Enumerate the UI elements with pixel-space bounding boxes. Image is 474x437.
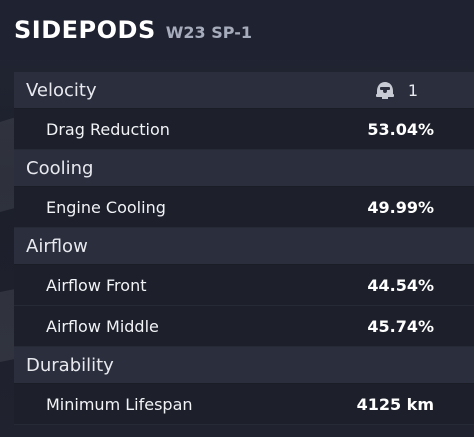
stat-label: Minimum Lifespan bbox=[46, 394, 193, 414]
sidepods-panel: SIDEPODS W23 SP-1 Velocity 1 Drag Reduct… bbox=[0, 0, 474, 437]
category-label: Durability bbox=[26, 354, 114, 376]
category-label: Cooling bbox=[26, 157, 94, 179]
category-durability: Durability bbox=[14, 347, 474, 384]
stat-value: 44.54% bbox=[367, 275, 434, 295]
category-cooling: Cooling bbox=[14, 150, 474, 187]
stat-label: Airflow Front bbox=[46, 275, 147, 295]
level-indicator: 1 bbox=[374, 80, 418, 100]
stat-value: 53.04% bbox=[367, 119, 434, 139]
stat-row-drag-reduction: Drag Reduction 53.04% bbox=[14, 109, 474, 150]
stat-value: 45.74% bbox=[367, 316, 434, 336]
panel-header: SIDEPODS W23 SP-1 bbox=[14, 16, 252, 52]
category-velocity: Velocity 1 bbox=[14, 72, 474, 109]
page-title: SIDEPODS bbox=[14, 16, 156, 44]
category-label: Velocity bbox=[26, 79, 97, 101]
driver-helmet-icon bbox=[375, 82, 394, 99]
stat-label: Engine Cooling bbox=[46, 197, 166, 217]
stat-row-engine-cooling: Engine Cooling 49.99% bbox=[14, 187, 474, 228]
category-airflow: Airflow bbox=[14, 228, 474, 265]
stat-label: Airflow Middle bbox=[46, 316, 159, 336]
stat-row-minimum-lifespan: Minimum Lifespan 4125 km bbox=[14, 384, 474, 425]
stat-label: Drag Reduction bbox=[46, 119, 170, 139]
part-subtitle: W23 SP-1 bbox=[165, 23, 252, 42]
stats-table: Velocity 1 Drag Reduction 53.04% Cooling… bbox=[14, 72, 474, 425]
stat-value: 49.99% bbox=[367, 197, 434, 217]
level-value: 1 bbox=[407, 80, 418, 100]
stat-value: 4125 km bbox=[356, 394, 434, 414]
stat-row-airflow-middle: Airflow Middle 45.74% bbox=[14, 306, 474, 347]
stat-row-airflow-front: Airflow Front 44.54% bbox=[14, 265, 474, 306]
category-label: Airflow bbox=[26, 235, 88, 257]
